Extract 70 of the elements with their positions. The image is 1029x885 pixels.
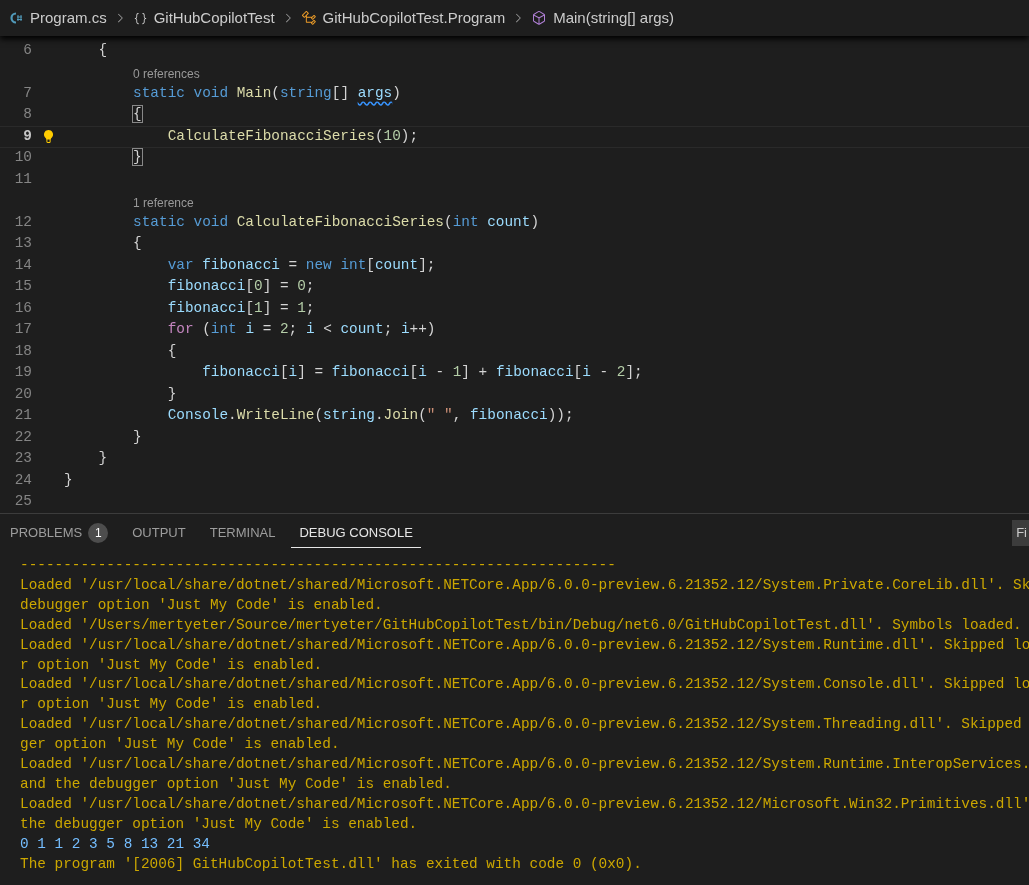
class-icon: [300, 10, 317, 26]
line-number: 7: [22, 83, 32, 103]
line-number: 9: [22, 126, 32, 146]
console-line: r option 'Just My Code' is enabled.: [20, 655, 323, 675]
console-line: Loaded '/usr/local/share/dotnet/shared/Microsoft.NETCore.App/6.0.0-preview.6.21352.12/System.Console.dll'. Skipped lo: [20, 675, 1029, 695]
console-line: debugger option 'Just My Code' is enabled.: [20, 595, 383, 615]
code-line: {: [97, 40, 108, 60]
cube-icon: [531, 10, 548, 26]
console-line: Loaded '/usr/local/share/dotnet/shared/Microsoft.NETCore.App/6.0.0-preview.6.21352.12/System.Private.CoreLib.dll'. Sk: [20, 575, 1029, 595]
code-line: fibonacci[1] = 1;: [166, 298, 315, 318]
line-number: 18: [13, 341, 32, 361]
line-number: 8: [22, 105, 32, 125]
code-line: {: [132, 105, 142, 125]
code-line: }: [97, 449, 108, 469]
line-number: 16: [13, 298, 32, 318]
breadcrumb-item[interactable]: GitHubCopilotTest: [153, 6, 275, 30]
filter-field[interactable]: Fi: [1012, 520, 1029, 546]
line-number: 23: [13, 449, 32, 469]
panel-tab[interactable]: PROBLEMS 1: [2, 518, 117, 548]
line-number: 15: [13, 277, 32, 297]
console-line: The program '[2006] GitHubCopilotTest.dll' has exited with code 0 (0x0).: [20, 854, 642, 874]
line-number: 6: [22, 40, 32, 60]
line-number: 22: [13, 427, 32, 447]
code-line: }: [166, 384, 177, 404]
code-line: fibonacci[0] = 0;: [166, 277, 315, 297]
breadcrumb-item[interactable]: Program.cs: [30, 6, 107, 30]
console-line: ger option 'Just My Code' is enabled.: [20, 735, 340, 755]
console-line: Loaded '/usr/local/share/dotnet/shared/Microsoft.NETCore.App/6.0.0-preview.6.21352.12/Microsoft.Win32.Primitives.dll': [20, 794, 1029, 814]
console-line: Loaded '/usr/local/share/dotnet/shared/Microsoft.NETCore.App/6.0.0-preview.6.21352.12/System.Runtime.dll'. Skipped lo: [20, 635, 1029, 655]
code-line: }: [132, 148, 142, 168]
console-line: 0 1 1 2 3 5 8 13 21 34: [20, 834, 210, 854]
line-number: 12: [13, 212, 32, 232]
console-line: ---------------------------------------------------------------------: [20, 556, 616, 575]
breadcrumb-item[interactable]: Main(string[] args): [553, 6, 675, 30]
console-line: and the debugger option 'Just My Code' is enabled.: [20, 774, 452, 794]
code-line: static void CalculateFibonacciSeries(int count): [132, 212, 539, 232]
panel-tab[interactable]: DEBUG CONSOLE: [291, 518, 421, 548]
console-line: Loaded '/Users/mertyeter/Source/mertyeter/GitHubCopilotTest/bin/Debug/net6.0/GitHubCopilotTest.dll'. Symbols loaded.: [20, 615, 1022, 635]
code-line: {: [166, 341, 177, 361]
code-line: fibonacci[i] = fibonacci[i - 1] + fibonacci[i - 2];: [201, 363, 643, 383]
csharp-file-icon: [8, 11, 24, 25]
panel-tab[interactable]: OUTPUT: [124, 518, 194, 548]
panel-tab[interactable]: TERMINAL: [201, 518, 284, 548]
code-line: for (int i = 2; i < count; i++): [166, 320, 436, 340]
code-line: Console.WriteLine(string.Join(" ", fibonacci));: [166, 406, 574, 426]
line-number: 11: [13, 169, 32, 189]
code-line: static void Main(string[] args): [132, 83, 401, 103]
count-badge: 1: [88, 522, 109, 543]
line-number: 14: [13, 255, 32, 275]
line-number: 17: [13, 320, 32, 340]
console-line: the debugger option 'Just My Code' is enabled.: [20, 814, 418, 834]
console-line: r option 'Just My Code' is enabled.: [20, 695, 323, 715]
code-line: var fibonacci = new int[count];: [166, 255, 436, 275]
line-number: 24: [13, 470, 32, 490]
console-line: Loaded '/usr/local/share/dotnet/shared/Microsoft.NETCore.App/6.0.0-preview.6.21352.12/System.Runtime.InteropServices.: [20, 755, 1029, 775]
codelens-reference-count[interactable]: 0 references: [133, 65, 200, 83]
console-line: Loaded '/usr/local/share/dotnet/shared/Microsoft.NETCore.App/6.0.0-preview.6.21352.12/System.Threading.dll'. Skipped: [20, 715, 1022, 735]
line-number: 10: [13, 148, 32, 168]
code-line: }: [132, 427, 142, 447]
line-number: 25: [13, 492, 32, 512]
code-line: {: [132, 234, 142, 254]
braces-icon: [132, 10, 148, 26]
codelens-reference-count[interactable]: 1 reference: [133, 194, 194, 212]
line-number: 20: [13, 384, 32, 404]
breadcrumb-item[interactable]: GitHubCopilotTest.Program: [322, 6, 506, 30]
line-number: 19: [13, 363, 32, 383]
code-line: }: [64, 470, 73, 490]
line-number: 13: [13, 234, 32, 254]
line-number: 21: [13, 406, 32, 426]
code-line: CalculateFibonacciSeries(10);: [166, 126, 419, 146]
